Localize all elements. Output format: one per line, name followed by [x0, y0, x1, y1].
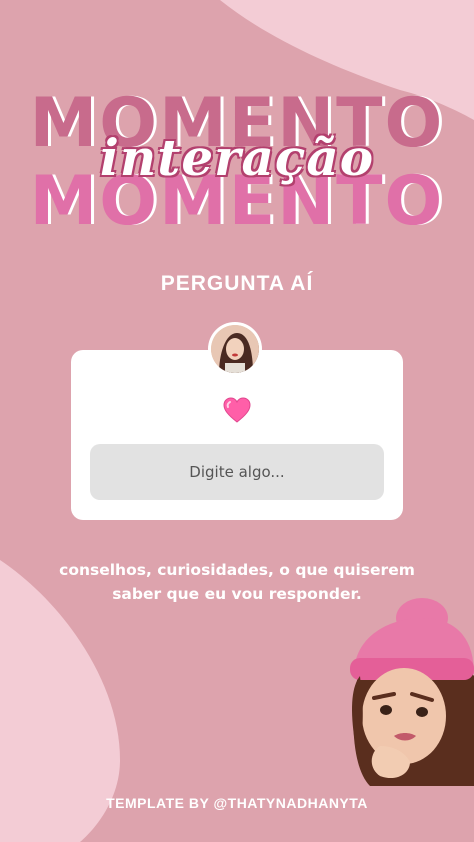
profile-photo-icon: [211, 325, 259, 373]
title-script-word: interação: [99, 128, 375, 187]
title-block: MOMENTO MOMENTO interação: [0, 90, 474, 250]
question-reply-input[interactable]: Digite algo...: [90, 444, 384, 500]
pink-heart-emoji-icon: [222, 396, 252, 426]
memoji-thinking-icon: [340, 596, 474, 786]
input-placeholder: Digite algo...: [189, 463, 285, 481]
avatar: [208, 322, 262, 376]
footer-credit: TEMPLATE BY @THATYNADHANYTA: [106, 795, 368, 811]
headline: PERGUNTA AÍ: [160, 272, 314, 295]
